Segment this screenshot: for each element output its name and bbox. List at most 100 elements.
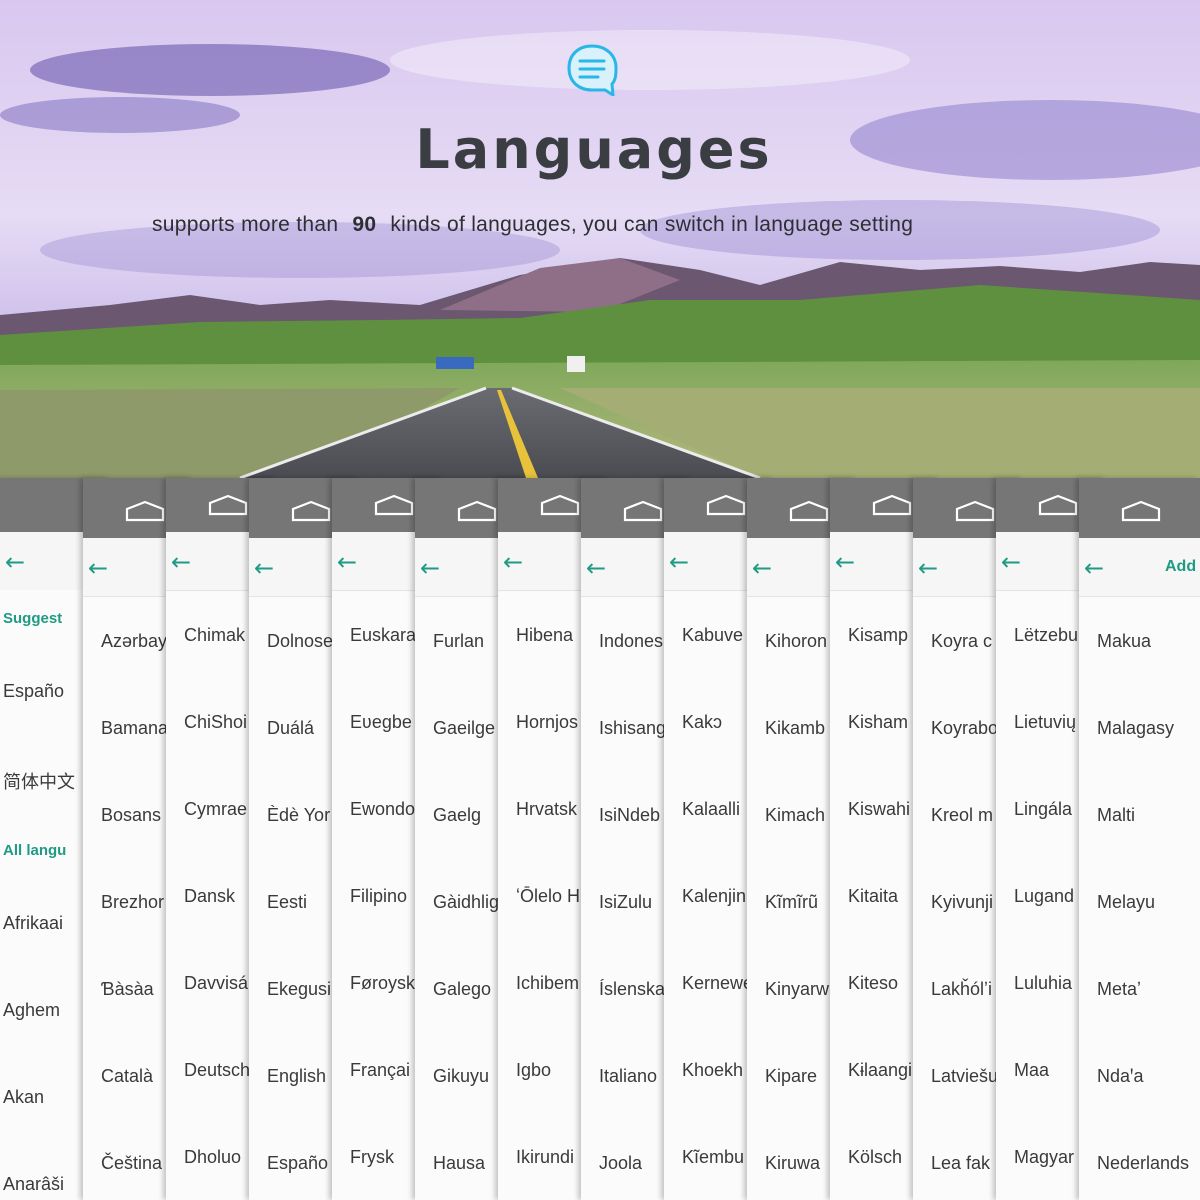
language-label: Suggest <box>3 610 63 627</box>
language-label: Kiswahi <box>848 799 911 819</box>
language-label: Hornjos <box>516 712 579 732</box>
language-label: ChiShoi <box>184 712 248 732</box>
language-label: Ikirundi <box>516 1147 575 1167</box>
language-label: Èdè Yor <box>267 805 331 825</box>
language-label: Kabuve <box>682 625 744 645</box>
language-label: Anarâši <box>3 1174 65 1194</box>
home-icon[interactable] <box>872 494 912 516</box>
language-item[interactable]: Makua <box>1079 598 1200 686</box>
language-item[interactable]: Ndaꞌa <box>1079 1033 1200 1121</box>
language-count: 90 <box>352 213 377 236</box>
back-arrow-icon[interactable]: ← <box>171 550 191 574</box>
language-label: Malagasy <box>1097 718 1175 738</box>
language-label: Akan <box>3 1087 45 1107</box>
back-arrow-icon[interactable]: ← <box>1001 550 1021 574</box>
language-label: Ewondo <box>350 799 416 819</box>
language-label: Ishisang <box>599 718 667 738</box>
language-label: Davvisá <box>184 973 249 993</box>
language-label: Bamana <box>101 718 169 738</box>
language-label: Kakɔ <box>682 712 723 732</box>
back-arrow-icon[interactable]: ← <box>503 550 523 574</box>
language-item[interactable]: Malagasy <box>1079 685 1200 773</box>
home-icon[interactable] <box>125 500 165 522</box>
language-label: Kitaita <box>848 886 899 906</box>
home-icon[interactable] <box>1121 500 1161 522</box>
language-label: Galego <box>433 979 492 999</box>
home-icon[interactable] <box>1038 494 1078 516</box>
home-icon[interactable] <box>789 500 829 522</box>
back-arrow-icon[interactable]: ← <box>918 556 938 580</box>
language-label: Kipare <box>765 1066 818 1086</box>
language-label: ʻŌlelo H <box>516 886 581 906</box>
language-label: Hrvatsk <box>516 799 578 819</box>
back-arrow-icon[interactable]: ← <box>752 556 772 580</box>
language-label: Lakȟólʼi <box>931 979 993 999</box>
back-arrow-icon[interactable]: ← <box>669 550 689 574</box>
language-label: Afrikaai <box>3 913 64 933</box>
language-label: Ndaꞌa <box>1097 1066 1144 1086</box>
language-label: Ɓàsàa <box>101 979 154 999</box>
subtitle-text-start: supports more than <box>152 213 339 236</box>
language-label: Duálá <box>267 718 315 738</box>
language-label: Kiteso <box>848 973 899 993</box>
language-label: Kinyarw <box>765 979 830 999</box>
home-icon[interactable] <box>540 494 580 516</box>
page-subtitle: supports more than 90 kinds of languages, … <box>152 213 913 237</box>
language-item[interactable]: Malti <box>1079 772 1200 860</box>
language-label: Luluhia <box>1014 973 1073 993</box>
add-language-button[interactable]: Add a la <box>1165 558 1200 576</box>
back-arrow-icon[interactable]: ← <box>254 556 274 580</box>
hero-banner: Languages supports more than 90 kinds of l… <box>0 0 1200 478</box>
language-label: Brezhor <box>101 892 165 912</box>
language-label: Hausa <box>433 1153 486 1173</box>
language-item[interactable]: Melayu <box>1079 859 1200 947</box>
language-label: Makua <box>1097 631 1152 651</box>
back-arrow-icon[interactable]: ← <box>420 556 440 580</box>
language-label: Lea fak <box>931 1153 991 1173</box>
language-label: English <box>267 1066 327 1086</box>
language-label: Melayu <box>1097 892 1156 912</box>
language-label: Dholuo <box>184 1147 242 1167</box>
home-icon[interactable] <box>374 494 414 516</box>
language-label: Ekegusi <box>267 979 332 999</box>
language-label: IsiNdeb <box>599 805 661 825</box>
language-label: Gaeilge <box>433 718 496 738</box>
back-arrow-icon[interactable]: ← <box>88 556 108 580</box>
screen-header: ← Add a la <box>1079 538 1200 597</box>
language-screen-panel: ← Add a la Makua Malagasy Malti Melayu Metaʼ Nd… <box>1079 478 1200 1200</box>
language-label: Kyivunji <box>931 892 994 912</box>
language-label: Íslenska <box>599 979 666 999</box>
language-label: Italiano <box>599 1066 658 1086</box>
language-label: Filipino <box>350 886 408 906</box>
language-label: Dansk <box>184 886 236 906</box>
home-icon[interactable] <box>208 494 248 516</box>
language-label: Kimach <box>765 805 826 825</box>
language-label: Chimak <box>184 625 246 645</box>
back-arrow-icon[interactable]: ← <box>586 556 606 580</box>
language-label: Dolnose <box>267 631 334 651</box>
chat-bubble-icon <box>567 44 618 96</box>
language-label: Furlan <box>433 631 485 651</box>
language-label: Aghem <box>3 1000 61 1020</box>
back-arrow-icon[interactable]: ← <box>1084 556 1104 580</box>
home-icon[interactable] <box>955 500 995 522</box>
language-item[interactable]: Metaʼ <box>1079 946 1200 1034</box>
home-icon[interactable] <box>457 500 497 522</box>
language-label: Kĩembu <box>682 1147 745 1167</box>
language-label: Català <box>101 1066 154 1086</box>
back-arrow-icon[interactable]: ← <box>835 550 855 574</box>
language-label: Koyrabo <box>931 718 999 738</box>
back-arrow-icon[interactable]: ← <box>337 550 357 574</box>
language-item[interactable]: Nederlands <box>1079 1120 1200 1200</box>
language-label: Kernewe <box>682 973 754 993</box>
back-arrow-icon[interactable]: ← <box>5 550 25 574</box>
language-label: Gàidhlig <box>433 892 500 912</box>
language-label: Hibena <box>516 625 574 645</box>
home-icon[interactable] <box>291 500 331 522</box>
language-label: Kölsch <box>848 1147 903 1167</box>
language-label: 简体中文 <box>3 772 75 792</box>
home-icon[interactable] <box>623 500 663 522</box>
home-icon[interactable] <box>706 494 746 516</box>
language-label: Bosans <box>101 805 162 825</box>
language-label: Kalenjin <box>682 886 747 906</box>
